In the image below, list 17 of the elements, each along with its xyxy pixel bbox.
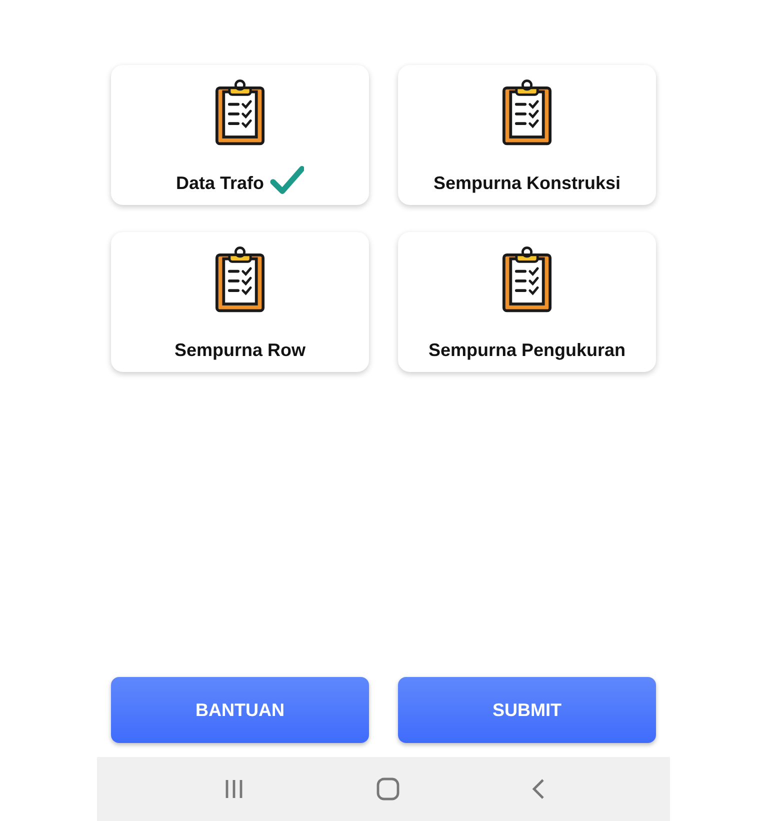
- back-icon[interactable]: [530, 778, 544, 800]
- clipboard-icon: [502, 245, 552, 313]
- checkmark-icon: [270, 166, 304, 194]
- clipboard-icon: [215, 245, 265, 313]
- card-label: Data Trafo: [176, 172, 264, 194]
- card-label: Sempurna Pengukuran: [428, 340, 626, 360]
- action-button[interactable]: BANTUAN: [111, 677, 369, 743]
- action-button[interactable]: SUBMIT: [398, 677, 656, 743]
- menu-card[interactable]: Sempurna Row: [111, 232, 369, 372]
- clipboard-icon: [502, 78, 552, 146]
- card-label: Sempurna Konstruksi: [433, 172, 621, 194]
- clipboard-icon: [215, 78, 265, 146]
- menu-card[interactable]: Data Trafo: [111, 65, 369, 205]
- home-icon[interactable]: [376, 777, 400, 801]
- menu-card[interactable]: Sempurna Konstruksi: [398, 65, 656, 205]
- menu-card[interactable]: Sempurna Pengukuran: [398, 232, 656, 372]
- card-label: Sempurna Row: [174, 340, 306, 360]
